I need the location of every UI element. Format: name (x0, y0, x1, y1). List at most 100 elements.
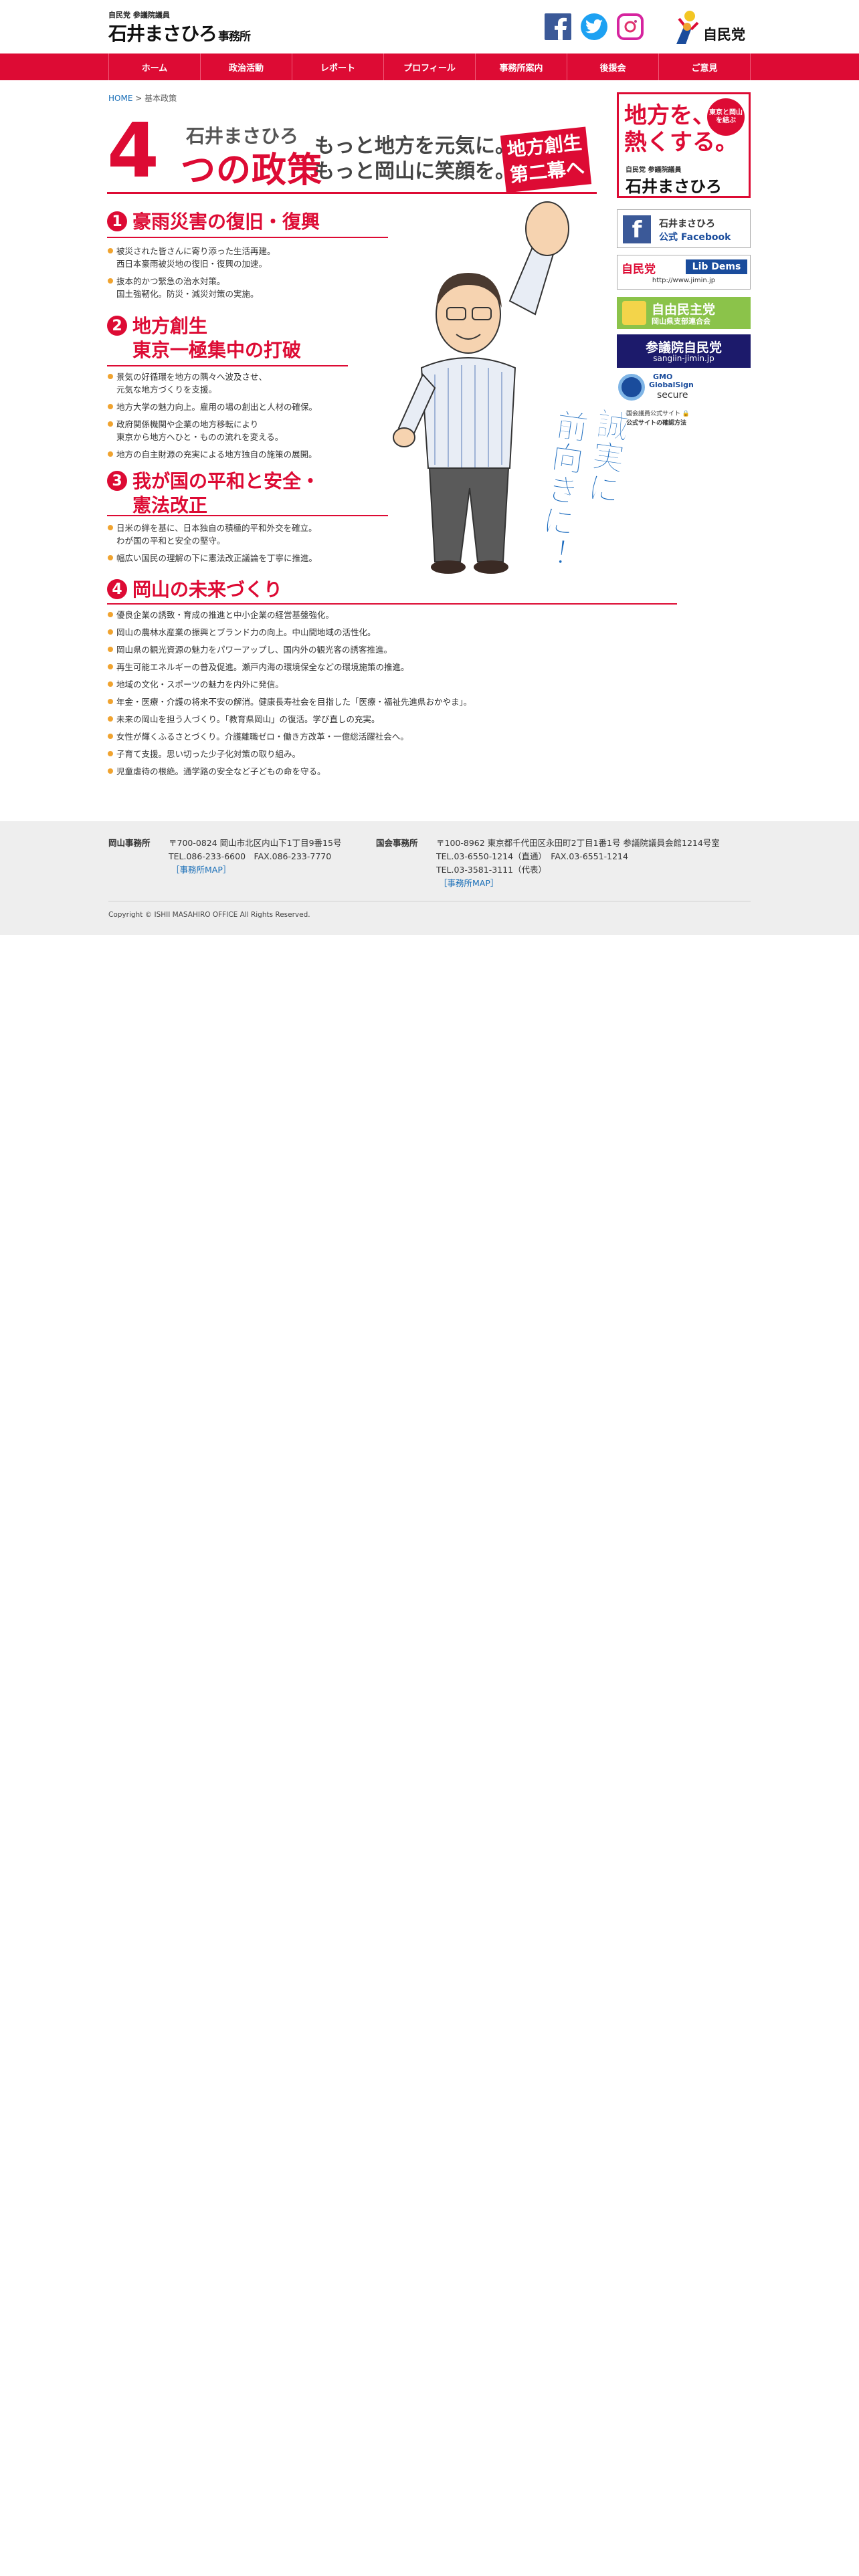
list-item: 被災された皆さんに寄り添った生活再建。 西日本豪雨被災地の復旧・復興の加速。 (107, 245, 335, 270)
section-3-title-line-1: 我が国の平和と安全・ (132, 470, 320, 492)
section-4-divider (107, 603, 677, 605)
list-item: 政府関係機関や企業の地方移転により 東京から地方へひと・ものの流れを変える。 (107, 418, 335, 443)
logo-suffix: 事務所 (218, 30, 251, 43)
section-3-heading: 3 我が国の平和と安全・ 憲法改正 (107, 469, 320, 518)
nav-supporters[interactable]: 後援会 (567, 53, 658, 80)
campaign-name: 石井まさひろ (626, 177, 722, 196)
list-item: 地方の自主財源の充実による地方独自の施策の展開。 (107, 448, 335, 461)
diet-office-phone-main: TEL.03-3581-3111（代表） (436, 865, 547, 875)
logo-subtitle: 自民党 参議院議員 (108, 11, 170, 19)
section-1-list: 被災された皆さんに寄り添った生活再建。 西日本豪雨被災地の復旧・復興の加速。 抜… (107, 245, 335, 305)
section-1-heading: 1 豪雨災害の復旧・復興 (107, 210, 320, 234)
nav-home[interactable]: ホーム (108, 53, 200, 80)
facebook-banner-icon: f (623, 215, 651, 243)
nav-office[interactable]: 事務所案内 (475, 53, 567, 80)
campaign-subtitle: 自民党 参議院議員 (626, 167, 682, 174)
title-number: 4 (107, 108, 159, 195)
list-item: 女性が輝くふるさとづくり。介護離職ゼロ・働き方改革・一億総活躍社会へ。 (107, 730, 602, 743)
section-4-title: 岡山の未来づくり (132, 578, 283, 601)
section-2-title-line-2: 東京一極集中の打破 (132, 339, 302, 361)
list-item: 未来の岡山を担う人づくり。「教育県岡山」の復活。学び直しの充実。 (107, 713, 602, 726)
facebook-icon[interactable] (545, 13, 571, 40)
ldp-mascot-icon (676, 11, 699, 44)
section-1-title: 豪雨災害の復旧・復興 (132, 211, 320, 233)
globalsign-eye-icon (618, 374, 645, 401)
copyright: Copyright © ISHII MASAHIRO OFFICE All Ri… (108, 911, 310, 919)
ldp-banner-label: 自民党 (622, 263, 656, 276)
sangiin-banner-url: sangiin-jimin.jp (653, 354, 714, 363)
diet-office-label: 国会事務所 (376, 838, 418, 848)
list-item: 再生可能エネルギーの普及促進。瀬戸内海の環境保全などの環境施策の推進。 (107, 661, 602, 673)
page: 自民党 参議院議員 石井まさひろ 事務所 自民党 ホーム 政治活動 レポート プ… (0, 0, 859, 2576)
slogan: 誠実に 前向きに！ (476, 393, 635, 603)
ldp-logo[interactable]: 自民党 (671, 9, 751, 45)
section-3-title-line-2: 憲法改正 (132, 494, 208, 516)
site-logo[interactable]: 石井まさひろ 事務所 (108, 19, 251, 46)
section-4-list: 優良企業の誘致・育成の推進と中小企業の経営基盤強化。 岡山の農林水産業の振興とブ… (107, 609, 602, 782)
diet-office-address: 〒100-8962 東京都千代田区永田町2丁目1番1号 参議院議員会館1214号… (436, 838, 720, 848)
list-item: 優良企業の誘致・育成の推進と中小企業の経営基盤強化。 (107, 609, 602, 621)
section-2-list: 景気の好循環を地方の隅々へ波及させ、 元気な地方づくりを支援。 地方大学の魅力向… (107, 370, 335, 465)
site-header: 自民党 参議院議員 石井まさひろ 事務所 自民党 (0, 0, 859, 53)
section-2-heading: 2 地方創生 東京一極集中の打破 (107, 314, 301, 362)
title-divider (107, 192, 597, 194)
section-3-list: 日米の絆を基に、日本独自の積極的平和外交を確立。 わが国の平和と安全の堅守。 幅… (107, 522, 335, 569)
breadcrumb-home[interactable]: HOME (108, 94, 132, 103)
list-item: 地方大学の魅力向上。雇用の場の創出と人材の確保。 (107, 401, 335, 413)
regional-revitalization-badge: 地方創生 第二幕へ (500, 126, 592, 193)
section-3-title: 我が国の平和と安全・ 憲法改正 (132, 469, 320, 518)
okayama-ldp-banner-subtitle: 岡山県支部連合会 (652, 317, 710, 326)
list-item: 景気の好循環を地方の隅々へ波及させ、 元気な地方づくりを支援。 (107, 370, 335, 396)
okayama-office-phone: TEL.086-233-6600 FAX.086-233-7770 (169, 851, 332, 861)
nav-profile[interactable]: プロフィール (383, 53, 475, 80)
section-3-number: 3 (107, 471, 127, 491)
tagline-line-1: もっと地方を元気に。 (314, 134, 515, 158)
list-item: 日米の絆を基に、日本独自の積極的平和外交を確立。 わが国の平和と安全の堅守。 (107, 522, 335, 547)
facebook-banner-name: 石井まさひろ (659, 219, 715, 229)
section-2-divider (107, 365, 348, 366)
breadcrumb-separator: > (135, 94, 142, 103)
globalsign-seal[interactable]: GMO GlobalSign secure 国会議員公式サイト 🔒 公式サイトの… (617, 371, 697, 427)
ldp-libdems-banner[interactable]: 自民党 Lib Dems http://www.jimin.jp (617, 255, 751, 290)
list-item: 児童虐待の根絶。通学路の安全など子どもの命を守る。 (107, 765, 602, 778)
tagline-line-2: もっと岡山に笑顔を。 (314, 160, 515, 183)
facebook-banner[interactable]: f 石井まさひろ 公式 Facebook (617, 209, 751, 248)
libdems-banner-label: Lib Dems (686, 259, 747, 274)
logo-name: 石井まさひろ (108, 23, 217, 45)
nav-opinion[interactable]: ご意見 (658, 53, 751, 80)
section-2-title-line-1: 地方創生 (132, 315, 208, 337)
okayama-ldp-banner-title: 自由民主党 (652, 302, 716, 317)
facebook-banner-label: 公式 Facebook (659, 232, 731, 243)
diet-office-map-link[interactable]: ［事務所MAP］ (439, 876, 498, 889)
list-item: 年金・医療・介護の将来不安の解消。健康長寿社会を目指した「医療・福祉先進県おかや… (107, 695, 602, 708)
title-tagline: もっと地方を元気に。 もっと岡山に笑顔を。 (314, 134, 515, 185)
campaign-banner[interactable]: 地方を、 熱くする。 東京と岡山を結ぶ 自民党 参議院議員 石井まさひろ (617, 92, 751, 198)
section-1-number: 1 (107, 211, 127, 231)
okayama-office-map-link[interactable]: ［事務所MAP］ (171, 863, 231, 875)
section-4-number: 4 (107, 579, 127, 599)
diet-office-phone: TEL.03-6550-1214（直通） FAX.03-6551-1214 (436, 851, 628, 861)
ldp-logo-text: 自民党 (703, 27, 745, 43)
section-2-number: 2 (107, 316, 127, 336)
instagram-icon[interactable] (617, 13, 644, 40)
verify-link-label: 公式サイトの確認方法 (626, 420, 687, 427)
secure-label: secure (657, 390, 688, 401)
list-item: 幅広い国民の理解の下に憲法改正議論を丁寧に推進。 (107, 552, 335, 564)
list-item: 抜本的かつ緊急の治水対策。 国土強靭化。防災・減災対策の実施。 (107, 275, 335, 300)
list-item: 地域の文化・スポーツの魅力を内外に発信。 (107, 678, 602, 691)
okayama-office-label: 岡山事務所 (108, 838, 151, 848)
nav-activities[interactable]: 政治活動 (200, 53, 292, 80)
sangiin-banner-title: 参議院自民党 (645, 340, 722, 355)
breadcrumb-current: 基本政策 (145, 94, 177, 103)
slogan-line-2: 前向きに！ (530, 407, 590, 571)
campaign-badge: 東京と岡山を結ぶ (707, 98, 745, 136)
twitter-icon[interactable] (581, 13, 607, 40)
sangiin-ldp-banner[interactable]: 参議院自民党 sangiin-jimin.jp (617, 334, 751, 368)
list-item: 岡山県の観光資源の魅力をパワーアップし、国内外の観光客の誘客推進。 (107, 643, 602, 656)
okayama-ldp-banner[interactable]: 自由民主党 岡山県支部連合会 (617, 297, 751, 329)
list-item: 岡山の農林水産業の振興とブランド力の向上。中山間地域の活性化。 (107, 626, 602, 639)
okayama-ldp-mascot-icon (622, 301, 646, 325)
page-title: つの政策 (181, 150, 323, 191)
nav-report[interactable]: レポート (292, 53, 383, 80)
section-2-title: 地方創生 東京一極集中の打破 (132, 314, 301, 362)
